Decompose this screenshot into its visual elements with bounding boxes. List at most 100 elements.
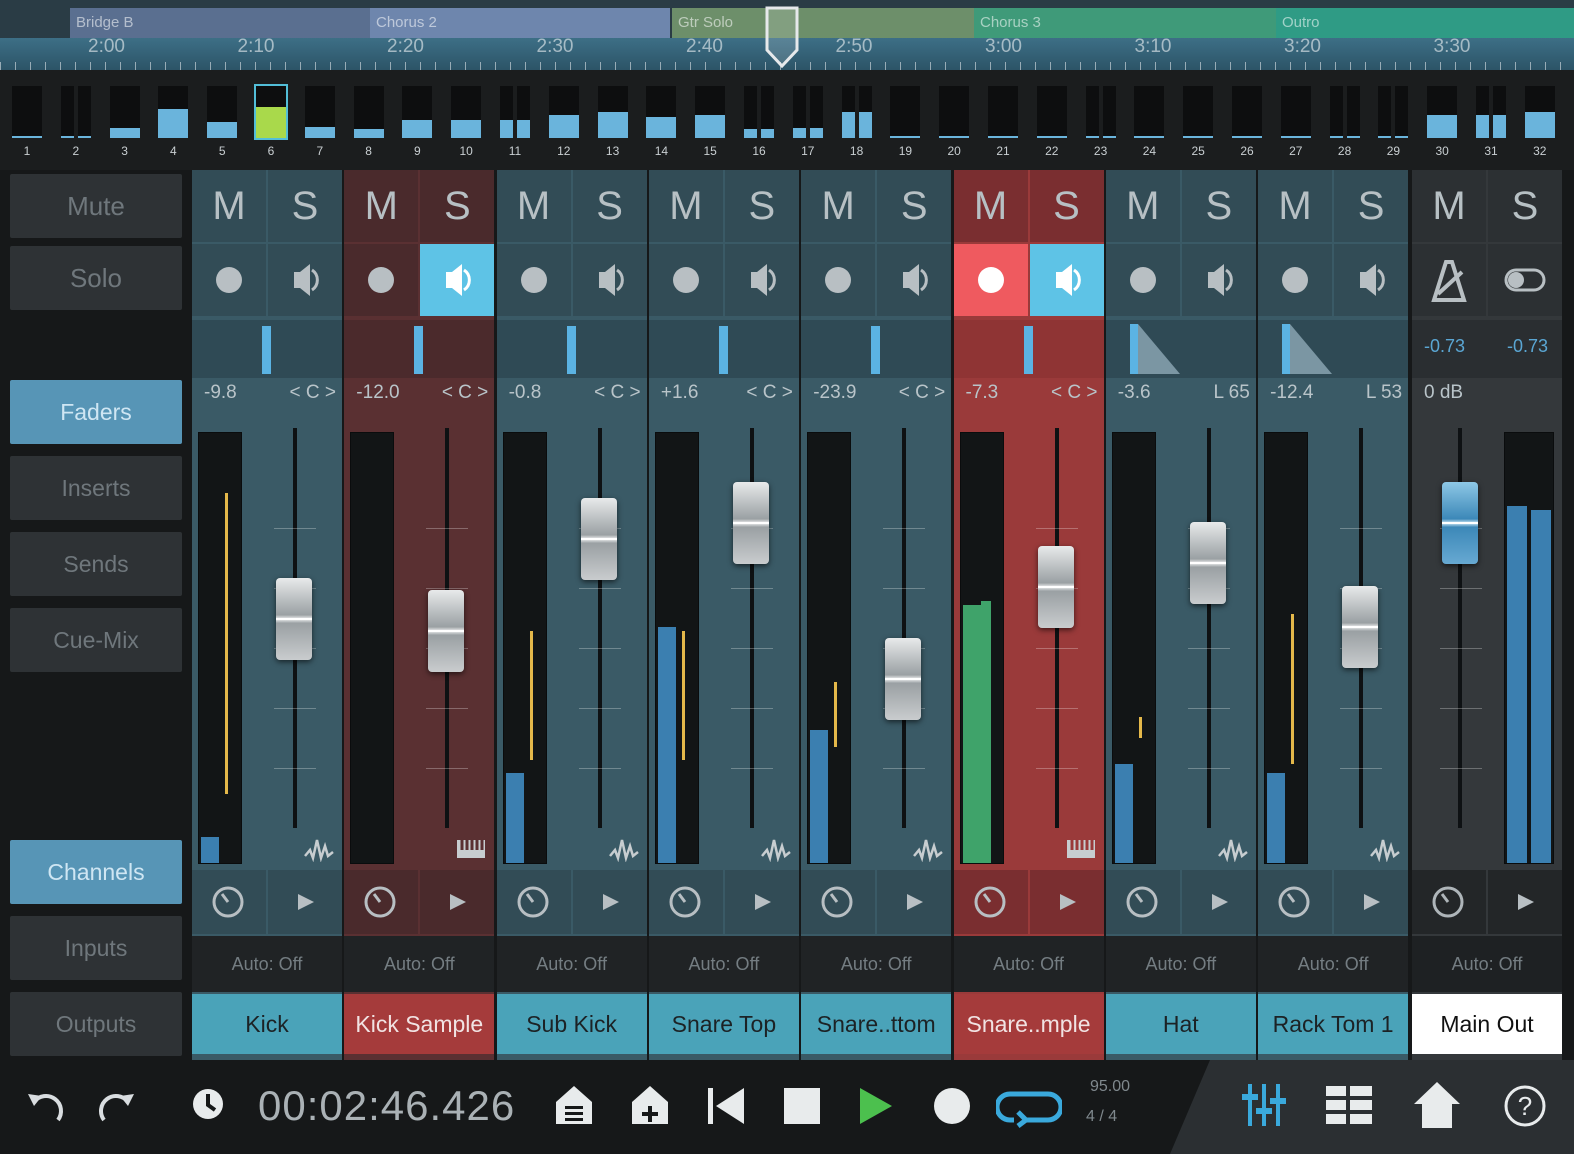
channel-name-label[interactable]: Snare..mple	[953, 994, 1104, 1054]
overview-meter[interactable]	[939, 86, 970, 138]
overview-meter[interactable]	[402, 86, 433, 138]
expand-button[interactable]	[724, 870, 799, 934]
section-4[interactable]: Outro	[1276, 8, 1574, 38]
tempo-display[interactable]: 95.00	[1090, 1078, 1130, 1096]
overview-meter[interactable]	[254, 84, 288, 140]
main-out-name-label[interactable]: Main Out	[1412, 994, 1562, 1054]
overview-meter[interactable]	[890, 86, 921, 138]
sends-view-button[interactable]: Sends	[10, 532, 182, 596]
channel-name-label[interactable]: Snare Top	[648, 994, 799, 1054]
solo-button[interactable]: S	[268, 170, 342, 242]
section-2[interactable]: Gtr Solo	[672, 8, 974, 38]
main-output-select-button[interactable]	[1412, 870, 1486, 934]
input-select-button[interactable]	[1105, 870, 1180, 934]
monitor-button[interactable]	[1029, 244, 1104, 316]
automation-mode[interactable]: Auto: Off	[496, 936, 647, 992]
mute-button[interactable]: M	[1105, 170, 1180, 242]
channel-overview[interactable]: 1 2 3 4 5 6 7 8 9 10 11 12 13 14 15 16 17 18 19 20 21 22 23 24 2…	[0, 70, 1574, 170]
solo-all-button[interactable]: Solo	[10, 246, 182, 310]
monitor-button[interactable]	[420, 244, 495, 316]
clock-icon[interactable]	[190, 1080, 230, 1130]
input-select-button[interactable]	[344, 870, 419, 934]
expand-button[interactable]	[1334, 870, 1409, 934]
expand-button[interactable]	[268, 870, 342, 934]
overview-meter[interactable]	[744, 86, 774, 138]
pan-control[interactable]	[1105, 320, 1256, 378]
pan-readout[interactable]: L 53	[1366, 382, 1402, 404]
outputs-filter-button[interactable]: Outputs	[10, 992, 182, 1056]
solo-button[interactable]: S	[877, 170, 952, 242]
stop-icon[interactable]	[780, 1080, 824, 1130]
volume-readout[interactable]: -0.8	[509, 382, 542, 404]
main-mono-toggle[interactable]	[1488, 244, 1562, 316]
solo-button[interactable]: S	[572, 170, 647, 242]
fader-handle[interactable]	[885, 638, 922, 720]
fader-handle[interactable]	[732, 482, 769, 564]
pan-control[interactable]	[953, 320, 1104, 378]
record-arm-button[interactable]	[801, 244, 876, 316]
record-arm-button[interactable]	[648, 244, 723, 316]
overview-meter[interactable]	[597, 86, 628, 138]
redo-icon[interactable]	[96, 1080, 140, 1130]
main-mute-button[interactable]: M	[1412, 170, 1486, 242]
overview-meter[interactable]	[1134, 86, 1165, 138]
pan-control[interactable]	[648, 320, 799, 378]
automation-mode[interactable]: Auto: Off	[801, 936, 952, 992]
pan-readout[interactable]: < C >	[594, 382, 640, 404]
volume-readout[interactable]: -23.9	[813, 382, 856, 404]
undo-icon[interactable]	[22, 1080, 66, 1130]
mixer-view-icon[interactable]	[1238, 1080, 1288, 1130]
volume-readout[interactable]: -3.6	[1118, 382, 1151, 404]
channel-name-label[interactable]: Snare..ttom	[801, 994, 952, 1054]
channel-name-label[interactable]: Sub Kick	[496, 994, 647, 1054]
input-select-button[interactable]	[192, 870, 266, 934]
overview-meter[interactable]	[1378, 86, 1409, 138]
monitor-button[interactable]	[877, 244, 952, 316]
fader-handle[interactable]	[428, 590, 465, 672]
input-select-button[interactable]	[801, 870, 876, 934]
record-icon[interactable]	[930, 1080, 974, 1130]
monitor-button[interactable]	[572, 244, 647, 316]
overview-meter[interactable]	[1524, 86, 1555, 138]
mute-button[interactable]: M	[801, 170, 876, 242]
pan-readout[interactable]: < C >	[746, 382, 792, 404]
overview-meter[interactable]	[548, 86, 579, 138]
overview-meter[interactable]	[1427, 86, 1458, 138]
record-arm-button[interactable]	[192, 244, 266, 316]
fader-handle[interactable]	[276, 578, 312, 660]
channels-filter-button[interactable]: Channels	[10, 840, 182, 904]
overview-meter[interactable]	[12, 86, 42, 138]
record-arm-button[interactable]	[953, 244, 1028, 316]
solo-button[interactable]: S	[724, 170, 799, 242]
pan-readout[interactable]: L 65	[1214, 382, 1250, 404]
automation-mode[interactable]: Auto: Off	[953, 936, 1104, 992]
return-to-start-icon[interactable]	[704, 1080, 748, 1130]
pan-control[interactable]	[344, 320, 495, 378]
record-arm-button[interactable]	[496, 244, 571, 316]
input-select-button[interactable]	[648, 870, 723, 934]
pan-readout[interactable]: < C >	[1051, 382, 1097, 404]
pan-control[interactable]	[1258, 320, 1409, 378]
expand-button[interactable]	[1181, 870, 1256, 934]
mute-button[interactable]: M	[344, 170, 419, 242]
overview-meter[interactable]	[353, 86, 384, 138]
section-0[interactable]: Bridge B	[70, 8, 370, 38]
channel-name-label[interactable]: Rack Tom 1	[1258, 994, 1409, 1054]
time-signature-display[interactable]: 4 / 4	[1086, 1108, 1117, 1126]
automation-mode[interactable]: Auto: Off	[192, 936, 342, 992]
pan-control[interactable]	[192, 320, 342, 378]
monitor-button[interactable]	[1334, 244, 1409, 316]
overview-meter[interactable]	[1183, 86, 1214, 138]
overview-meter[interactable]	[304, 86, 335, 138]
mute-button[interactable]: M	[1258, 170, 1333, 242]
main-solo-button[interactable]: S	[1488, 170, 1562, 242]
mute-button[interactable]: M	[192, 170, 266, 242]
pan-control[interactable]	[801, 320, 952, 378]
automation-mode[interactable]: Auto: Off	[1258, 936, 1409, 992]
home-icon[interactable]	[1412, 1080, 1462, 1130]
solo-button[interactable]: S	[1181, 170, 1256, 242]
channel-name-label[interactable]: Kick Sample	[344, 994, 495, 1054]
overview-meter[interactable]	[207, 86, 238, 138]
record-arm-button[interactable]	[1105, 244, 1180, 316]
main-expand-button[interactable]	[1488, 870, 1562, 934]
